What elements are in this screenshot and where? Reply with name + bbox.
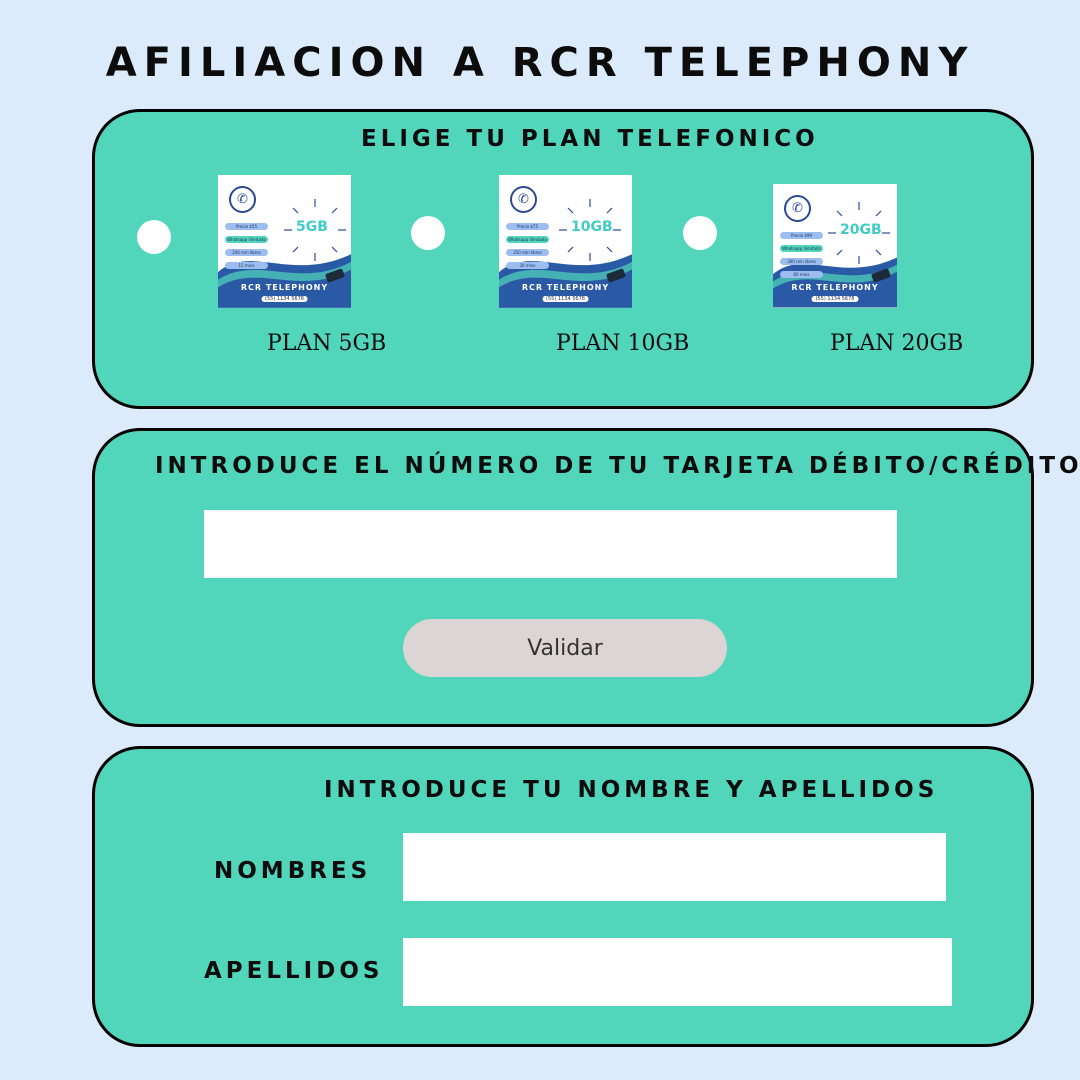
- card-number-input[interactable]: [204, 510, 897, 578]
- card-gb-text: 5GB: [296, 219, 328, 235]
- first-name-input[interactable]: [403, 833, 946, 901]
- plan-section-heading: ELIGE TU PLAN TELEFONICO: [361, 126, 819, 152]
- phone-icon: ✆: [229, 186, 256, 213]
- first-name-label: NOMBRES: [214, 858, 372, 884]
- phone-icon: ✆: [510, 186, 537, 213]
- card-feature-pill: 200 min libres: [225, 249, 268, 256]
- plan-radio-button[interactable]: [683, 216, 717, 250]
- plan-card-image: ✆ 20GB Precio $99 Whatsapp Ilimitado 300…: [773, 184, 897, 308]
- last-name-input[interactable]: [403, 938, 952, 1006]
- phone-icon: ✆: [784, 195, 811, 222]
- validate-button[interactable]: Validar: [403, 619, 727, 677]
- plan-label: PLAN 10GB: [556, 331, 690, 356]
- plan-radio-button[interactable]: [411, 216, 445, 250]
- card-feature-pill: Whatsapp Ilimitado: [780, 245, 823, 252]
- name-section-heading: INTRODUCE TU NOMBRE Y APELLIDOS: [324, 777, 939, 803]
- card-gb-text: 20GB: [840, 222, 882, 238]
- plan-card-image: ✆ 10GB Precio $75 Whatsapp Ilimitado 250…: [499, 175, 632, 308]
- card-feature-pill: Precio $55: [225, 223, 268, 230]
- name-panel: INTRODUCE TU NOMBRE Y APELLIDOS NOMBRES …: [92, 746, 1034, 1047]
- card-feature-pill: Whatsapp Ilimitado: [506, 236, 549, 243]
- card-number-panel: INTRODUCE EL NÚMERO DE TU TARJETA DÉBITO…: [92, 428, 1079, 727]
- card-feature-pill: 300 min libres: [780, 258, 823, 265]
- card-feature-pill: 30 mins: [506, 262, 549, 269]
- card-section-heading: INTRODUCE EL NÚMERO DE TU TARJETA DÉBITO…: [155, 453, 1080, 479]
- card-feature-pill: 15 mins: [225, 262, 268, 269]
- plan-radio-button[interactable]: [137, 220, 171, 254]
- plan-selection-panel: ELIGE TU PLAN TELEFONICO ✆ 5GB Precio $5…: [92, 109, 1034, 409]
- card-phone-number: (55) 1134 5678: [811, 296, 859, 302]
- card-feature-pill: 250 min libres: [506, 249, 549, 256]
- card-phone-number: (55) 1134 5678: [542, 296, 589, 302]
- card-feature-pill: Precio $75: [506, 223, 549, 230]
- card-gb-text: 10GB: [571, 219, 613, 235]
- last-name-label: APELLIDOS: [204, 958, 384, 984]
- card-feature-pill: Precio $99: [780, 232, 823, 239]
- card-feature-pill: 60 mins: [780, 271, 823, 278]
- card-brand-text: RCR TELEPHONY: [521, 283, 610, 292]
- plan-label: PLAN 20GB: [830, 331, 964, 356]
- plan-card-image: ✆ 5GB Precio $55 Whatsapp Ilimitado 200 …: [218, 175, 351, 308]
- card-brand-text: RCR TELEPHONY: [791, 283, 879, 292]
- card-feature-pill: Whatsapp Ilimitado: [225, 236, 268, 243]
- plan-label: PLAN 5GB: [267, 331, 387, 356]
- card-phone-number: (55) 1134 5678: [261, 296, 308, 302]
- card-brand-text: RCR TELEPHONY: [240, 283, 329, 292]
- page-title: AFILIACION A RCR TELEPHONY: [105, 40, 975, 86]
